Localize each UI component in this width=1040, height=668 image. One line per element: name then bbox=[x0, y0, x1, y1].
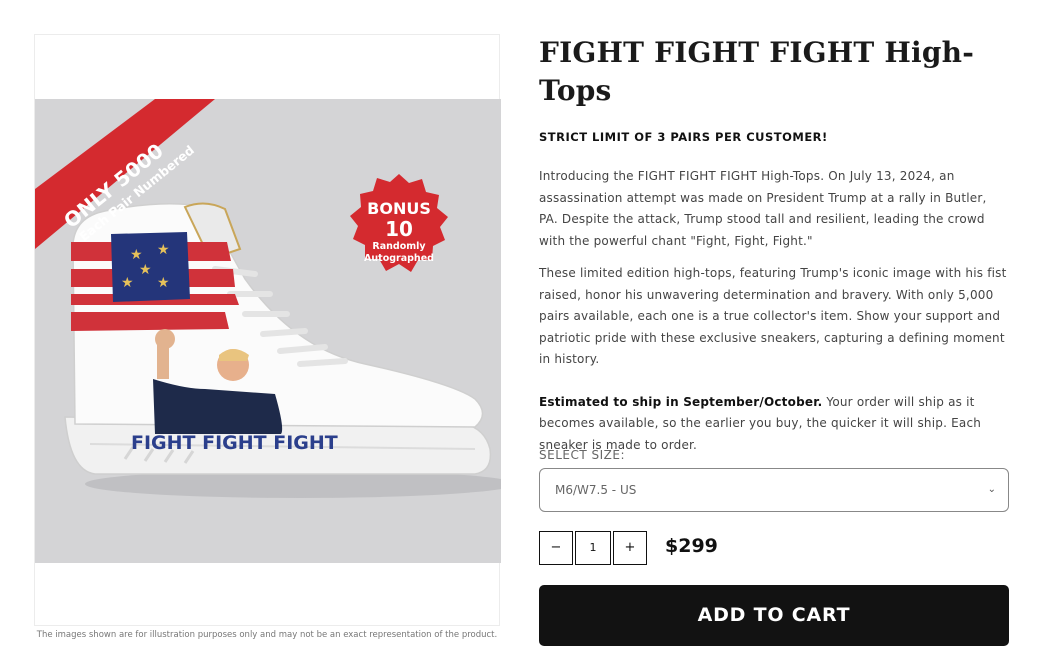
quantity-increase-button[interactable]: + bbox=[613, 531, 647, 565]
quantity-stepper: − 1 + bbox=[539, 531, 649, 567]
shipping-estimate: Estimated to ship in September/October. bbox=[539, 394, 823, 409]
badge-text-randomly: Randomly bbox=[372, 241, 426, 252]
product-image[interactable]: ★ ★ ★ ★ ★ FIGHT FIGHT FIGHT ONLY 5000 Ea… bbox=[35, 99, 501, 563]
description-paragraph-1: Introducing the FIGHT FIGHT FIGHT High-T… bbox=[539, 169, 987, 248]
svg-text:★: ★ bbox=[121, 275, 134, 291]
add-to-cart-button[interactable]: ADD TO CART bbox=[539, 585, 1009, 646]
shoe-illustration: ★ ★ ★ ★ ★ FIGHT FIGHT FIGHT ONLY 5000 Ea… bbox=[35, 99, 501, 498]
svg-text:★: ★ bbox=[157, 242, 170, 258]
badge-text-bonus: BONUS bbox=[367, 199, 431, 218]
product-title: FIGHT FIGHT FIGHT High-Tops bbox=[539, 36, 975, 107]
badge-text-number: 10 bbox=[385, 217, 413, 241]
quantity-input[interactable]: 1 bbox=[575, 531, 611, 565]
quantity-decrease-button[interactable]: − bbox=[539, 531, 573, 565]
product-price: $299 bbox=[665, 535, 718, 557]
shoe-print-text: FIGHT FIGHT FIGHT bbox=[131, 432, 338, 454]
chevron-down-icon: ⌄ bbox=[987, 484, 996, 495]
image-disclaimer: The images shown are for illustration pu… bbox=[36, 630, 498, 640]
bonus-badge: BONUS 10 Randomly Autographed bbox=[350, 174, 448, 272]
purchase-limit-notice: STRICT LIMIT OF 3 PAIRS PER CUSTOMER! bbox=[539, 130, 828, 144]
size-select[interactable]: M6/W7.5 - US ⌄ bbox=[539, 468, 1009, 512]
size-selected-value: M6/W7.5 - US bbox=[555, 483, 637, 497]
svg-text:★: ★ bbox=[139, 262, 152, 278]
description-paragraph-2: These limited edition high-tops, featuri… bbox=[539, 266, 1007, 366]
size-label: SELECT SIZE: bbox=[539, 448, 625, 462]
svg-text:★: ★ bbox=[130, 247, 143, 263]
product-gallery: ★ ★ ★ ★ ★ FIGHT FIGHT FIGHT ONLY 5000 Ea… bbox=[34, 34, 501, 626]
svg-text:★: ★ bbox=[157, 275, 170, 291]
shipping-notice: Estimated to ship in September/October. … bbox=[539, 392, 1009, 457]
product-info: FIGHT FIGHT FIGHT High-Tops STRICT LIMIT… bbox=[539, 34, 1009, 456]
badge-text-autographed: Autographed bbox=[364, 253, 434, 264]
